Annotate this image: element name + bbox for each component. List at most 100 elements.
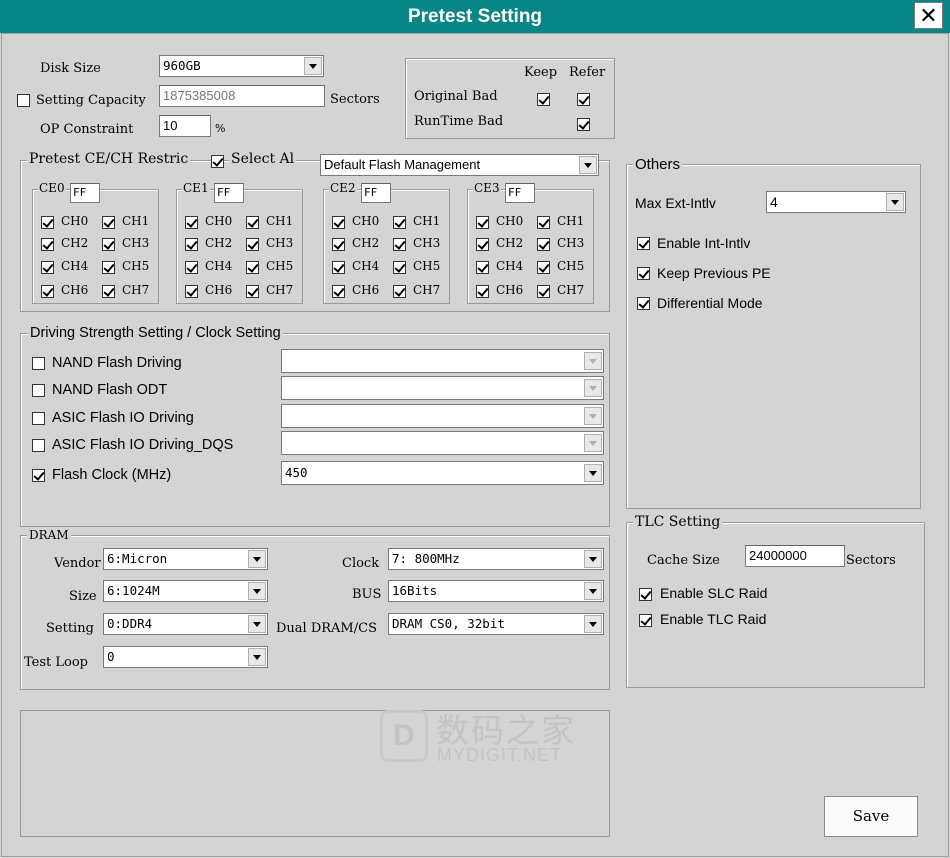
save-button[interactable]: Save — [824, 796, 918, 837]
channel-checkbox[interactable] — [393, 285, 406, 298]
channel-label: CH1 — [413, 214, 441, 228]
enable-slc-raid-checkbox[interactable] — [639, 588, 652, 601]
watermark-logo: D — [380, 710, 428, 762]
chevron-down-icon — [584, 434, 602, 452]
channel-checkbox[interactable] — [393, 216, 406, 229]
watermark-en: MYDIGIT.NET — [437, 745, 563, 765]
channel-checkbox[interactable] — [41, 238, 54, 251]
dual-dram-select[interactable]: DRAM CS0, 32bit — [388, 613, 604, 635]
channel-checkbox[interactable] — [246, 261, 259, 274]
vendor-select[interactable]: 6:Micron — [103, 548, 268, 570]
setting-value: 0:DDR4 — [107, 616, 153, 631]
channel-checkbox[interactable] — [102, 261, 115, 274]
channel-label: CH0 — [352, 214, 380, 228]
driving-select — [281, 376, 604, 400]
channel-checkbox[interactable] — [246, 238, 259, 251]
channel-label: CH7 — [266, 283, 294, 297]
channel-checkbox[interactable] — [185, 261, 198, 274]
disk-size-select[interactable]: 960GB — [159, 55, 324, 77]
enable-tlc-raid-checkbox[interactable] — [639, 614, 652, 627]
clock-select[interactable]: 7: 800MHz — [388, 548, 604, 570]
channel-checkbox[interactable] — [476, 285, 489, 298]
enable-int-intlv-checkbox[interactable] — [637, 237, 650, 250]
driving-strength-title: Driving Strength Setting / Clock Setting — [28, 325, 283, 341]
ce-mask-input[interactable]: FF — [361, 183, 391, 203]
channel-checkbox[interactable] — [41, 261, 54, 274]
op-constraint-input[interactable]: 10 — [159, 115, 211, 137]
bus-select[interactable]: 16Bits — [388, 580, 604, 602]
channel-checkbox[interactable] — [476, 216, 489, 229]
capacity-sectors-label: Sectors — [330, 92, 380, 107]
channel-checkbox[interactable] — [102, 285, 115, 298]
channel-label: CH2 — [61, 236, 89, 250]
channel-checkbox[interactable] — [185, 238, 198, 251]
driving-checkbox[interactable] — [32, 384, 45, 397]
dual-dram-label: Dual DRAM/CS — [276, 621, 377, 636]
flash-management-select[interactable]: Default Flash Management — [320, 154, 599, 176]
channel-checkbox[interactable] — [332, 261, 345, 274]
original-bad-label: Original Bad — [414, 89, 498, 104]
vendor-label: Vendor — [54, 556, 101, 571]
driving-checkbox[interactable] — [32, 469, 45, 482]
channel-checkbox[interactable] — [537, 285, 550, 298]
channel-checkbox[interactable] — [41, 285, 54, 298]
channel-checkbox[interactable] — [537, 261, 550, 274]
chevron-down-icon — [584, 379, 602, 397]
driving-select[interactable]: 450 — [281, 461, 604, 485]
channel-label: CH0 — [61, 214, 89, 228]
driving-checkbox[interactable] — [32, 412, 45, 425]
close-button[interactable]: ✕ — [914, 2, 943, 29]
channel-checkbox[interactable] — [41, 216, 54, 229]
channel-label: CH4 — [352, 259, 380, 273]
disk-size-label: Disk Size — [40, 61, 101, 76]
size-select[interactable]: 6:1024M — [103, 580, 268, 602]
select-all-checkbox[interactable] — [211, 155, 224, 168]
test-loop-select[interactable]: 0 — [103, 646, 268, 668]
ce-mask-input[interactable]: FF — [214, 183, 244, 203]
channel-checkbox[interactable] — [102, 216, 115, 229]
channel-checkbox[interactable] — [537, 238, 550, 251]
cache-size-input[interactable]: 24000000 — [745, 545, 845, 567]
channel-checkbox[interactable] — [476, 238, 489, 251]
keep-previous-pe-checkbox[interactable] — [637, 267, 650, 280]
ce-mask-input[interactable]: FF — [505, 183, 535, 203]
channel-checkbox[interactable] — [332, 238, 345, 251]
max-ext-intlv-select[interactable]: 4 — [766, 191, 906, 213]
size-label: Size — [69, 589, 97, 604]
ce-label: CE0 — [38, 181, 66, 195]
setting-select[interactable]: 0:DDR4 — [103, 613, 268, 635]
driving-checkbox[interactable] — [32, 439, 45, 452]
driving-select — [281, 404, 604, 428]
channel-label: CH1 — [122, 214, 150, 228]
differential-mode-checkbox[interactable] — [637, 297, 650, 310]
chevron-down-icon — [248, 550, 266, 568]
runtime-bad-refer-checkbox[interactable] — [577, 118, 590, 131]
channel-checkbox[interactable] — [246, 285, 259, 298]
setting-capacity-checkbox[interactable] — [17, 94, 30, 107]
enable-tlc-raid-label: Enable TLC Raid — [660, 611, 767, 627]
setting-capacity-label: Setting Capacity — [36, 93, 146, 108]
channel-checkbox[interactable] — [332, 216, 345, 229]
channel-checkbox[interactable] — [332, 285, 345, 298]
channel-checkbox[interactable] — [185, 216, 198, 229]
chevron-down-icon — [584, 550, 602, 568]
channel-checkbox[interactable] — [185, 285, 198, 298]
channel-checkbox[interactable] — [102, 238, 115, 251]
channel-checkbox[interactable] — [393, 261, 406, 274]
channel-checkbox[interactable] — [393, 238, 406, 251]
channel-checkbox[interactable] — [537, 216, 550, 229]
original-bad-refer-checkbox[interactable] — [577, 93, 590, 106]
chevron-down-icon — [584, 582, 602, 600]
capacity-input[interactable]: 1875385008 — [159, 85, 325, 107]
ce-mask-input[interactable]: FF — [70, 183, 100, 203]
others-group — [626, 164, 921, 509]
channel-checkbox[interactable] — [246, 216, 259, 229]
ce-label: CE3 — [473, 181, 501, 195]
chevron-down-icon — [248, 648, 266, 666]
original-bad-keep-checkbox[interactable] — [537, 93, 550, 106]
channel-checkbox[interactable] — [476, 261, 489, 274]
driving-checkbox[interactable] — [32, 357, 45, 370]
flash-management-value: Default Flash Management — [324, 157, 481, 172]
channel-label: CH3 — [557, 236, 585, 250]
chevron-down-icon — [248, 615, 266, 633]
